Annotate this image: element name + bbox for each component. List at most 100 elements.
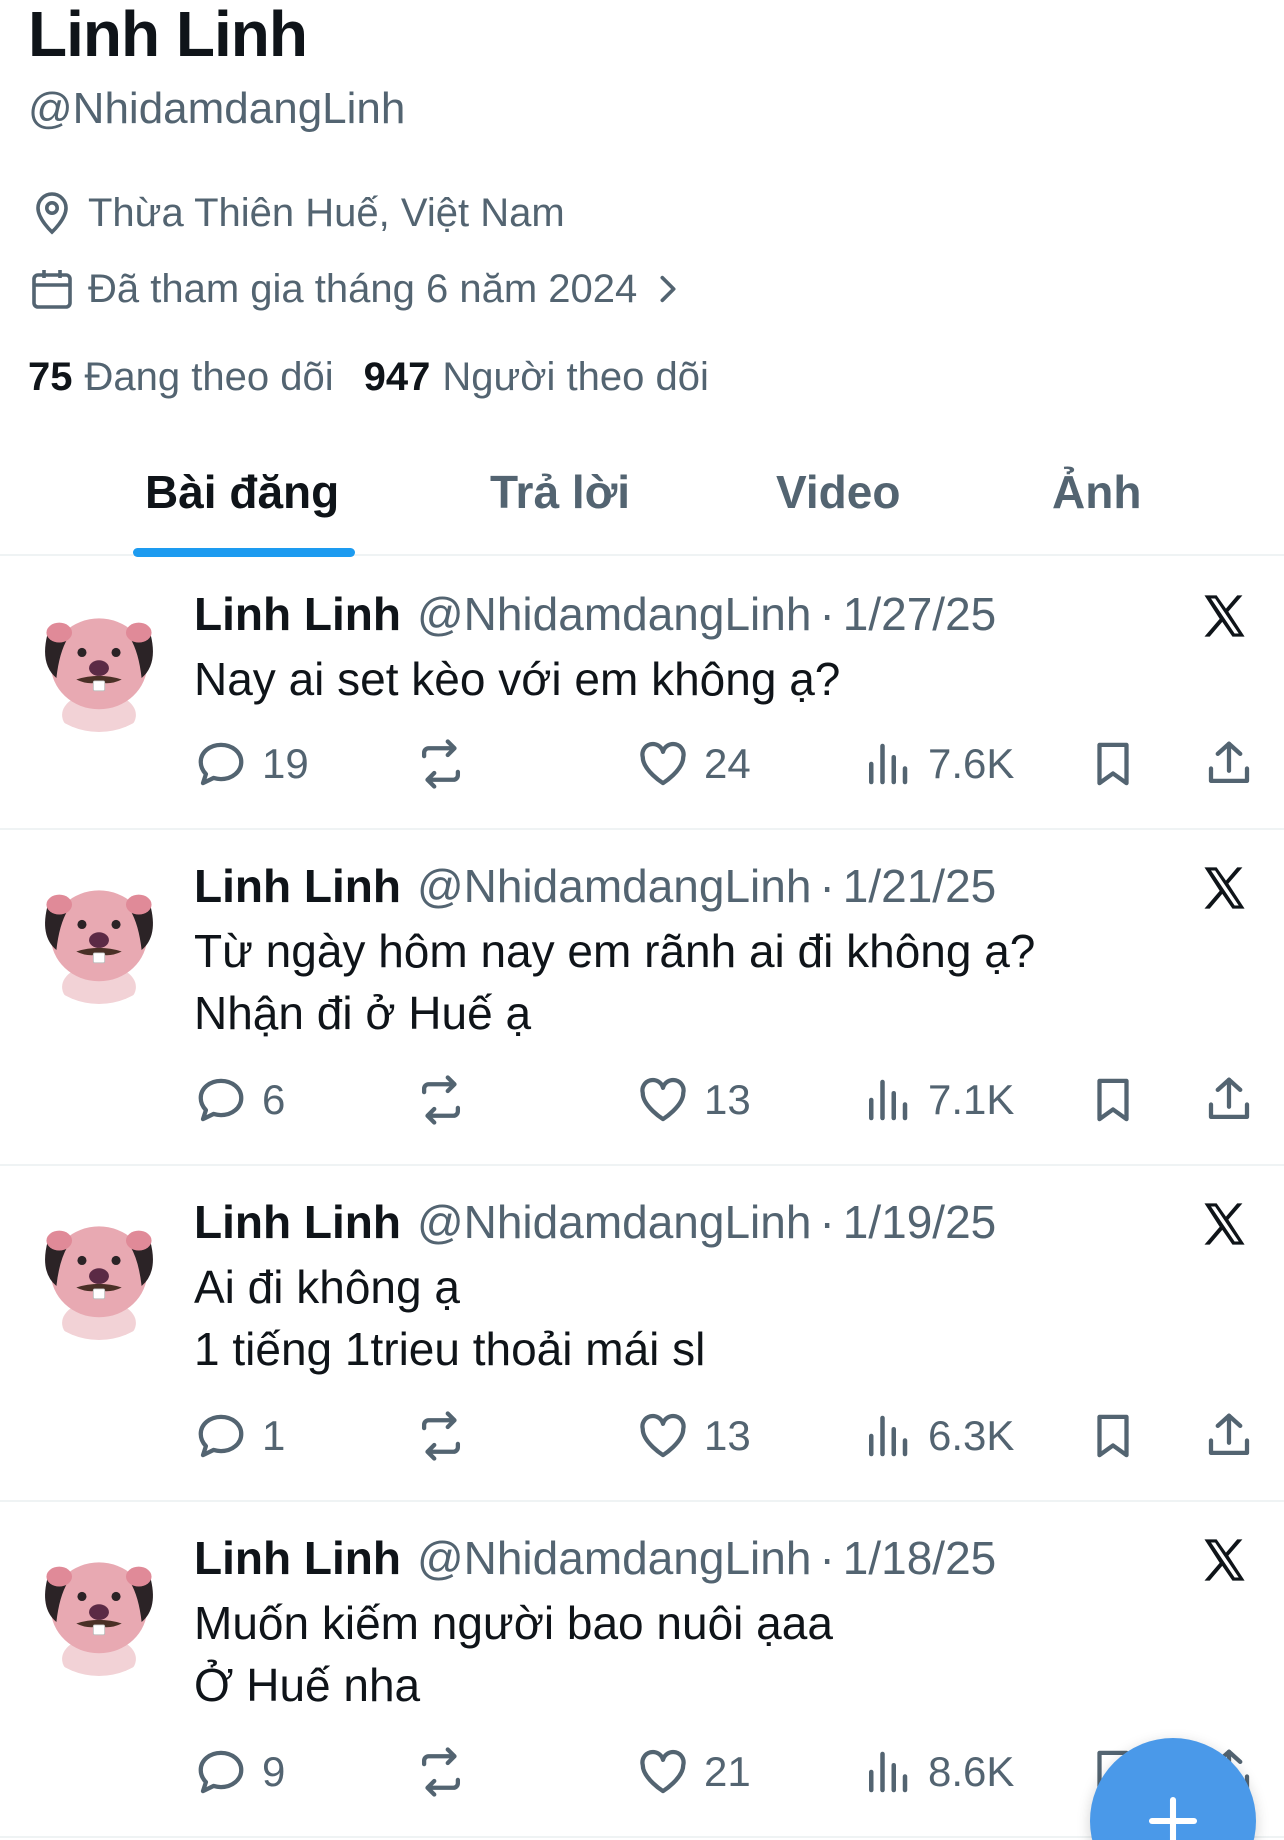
post-author-handle[interactable]: @NhidamdangLinh <box>417 586 812 642</box>
avatar[interactable] <box>28 1534 170 1676</box>
heart-icon <box>640 1413 686 1458</box>
avatar[interactable] <box>28 590 170 732</box>
post-author-name[interactable]: Linh Linh <box>194 586 401 642</box>
bookmark-button[interactable] <box>1086 1070 1154 1130</box>
reply-button[interactable]: 9 <box>194 1742 285 1802</box>
views-button[interactable]: 6.3K <box>860 1406 1014 1466</box>
post[interactable]: Linh Linh @NhidamdangLinh · 1/18/25 Muốn kiế… <box>0 1502 1284 1838</box>
follow-stats: 75 Đang theo dõi 947 Người theo dõi <box>28 352 739 402</box>
share-button[interactable] <box>1202 734 1270 794</box>
post-date[interactable]: 1/18/25 <box>843 1530 996 1586</box>
like-count: 13 <box>704 1412 751 1459</box>
repost-button[interactable] <box>414 1742 482 1802</box>
like-button[interactable]: 13 <box>636 1070 751 1130</box>
post-text: Muốn kiếm người bao nuôi ạaa Ở Huế nha <box>194 1597 833 1711</box>
post-header: Linh Linh @NhidamdangLinh · 1/19/25 <box>194 1194 996 1250</box>
repost-button[interactable] <box>414 1070 482 1130</box>
active-tab-indicator <box>133 548 355 557</box>
like-count: 21 <box>704 1748 751 1795</box>
reply-button[interactable]: 1 <box>194 1406 285 1466</box>
profile-tabs: Bài đăng Trả lời Video Ảnh <box>0 440 1284 557</box>
views-bar-icon <box>869 1079 908 1121</box>
x-logo-icon[interactable] <box>1198 1198 1250 1250</box>
post-author-handle[interactable]: @NhidamdangLinh <box>417 858 812 914</box>
bookmark-icon <box>1097 1078 1129 1122</box>
like-button[interactable]: 24 <box>636 734 751 794</box>
views-button[interactable]: 7.6K <box>860 734 1014 794</box>
followers-count: 947 <box>363 355 431 399</box>
post-header: Linh Linh @NhidamdangLinh · 1/27/25 <box>194 586 996 642</box>
avatar[interactable] <box>28 862 170 1004</box>
bookmark-icon <box>1097 742 1129 786</box>
post-date[interactable]: 1/21/25 <box>843 858 996 914</box>
avatar-character-icon <box>28 862 170 1004</box>
post-header: Linh Linh @NhidamdangLinh · 1/18/25 <box>194 1530 996 1586</box>
profile-joined[interactable]: Đã tham gia tháng 6 năm 2024 <box>28 264 685 314</box>
post-text: Ai đi không ạ 1 tiếng 1trieu thoải mái s… <box>194 1261 706 1375</box>
bookmark-button[interactable] <box>1086 734 1154 794</box>
like-button[interactable]: 21 <box>636 1742 751 1802</box>
x-logo-icon[interactable] <box>1198 862 1250 914</box>
avatar-character-icon <box>28 1198 170 1340</box>
reply-count: 9 <box>262 1748 286 1795</box>
like-count: 13 <box>704 1076 751 1123</box>
post-author-handle[interactable]: @NhidamdangLinh <box>417 1530 812 1586</box>
views-count: 6.3K <box>928 1412 1015 1459</box>
post-actions: 1 13 6.3K <box>194 1406 1254 1466</box>
x-logo-icon[interactable] <box>1198 590 1250 642</box>
posts-feed: Linh Linh @NhidamdangLinh · 1/27/25 Nay ai s… <box>0 558 1284 1838</box>
post-date[interactable]: 1/27/25 <box>843 586 996 642</box>
repost-button[interactable] <box>414 734 482 794</box>
tab-replies[interactable]: Trả lời <box>490 464 630 520</box>
post-separator: · <box>819 588 835 640</box>
post-author-name[interactable]: Linh Linh <box>194 858 401 914</box>
reply-count: 6 <box>262 1076 286 1123</box>
post-actions: 19 24 7.6K <box>194 734 1254 794</box>
like-button[interactable]: 13 <box>636 1406 751 1466</box>
avatar-character-icon <box>28 1534 170 1676</box>
tab-video[interactable]: Video <box>776 464 900 520</box>
x-logo-icon[interactable] <box>1198 1534 1250 1586</box>
views-button[interactable]: 7.1K <box>860 1070 1014 1130</box>
avatar[interactable] <box>28 1198 170 1340</box>
reply-count: 19 <box>262 740 309 787</box>
tab-posts[interactable]: Bài đăng <box>145 464 339 520</box>
reply-button[interactable]: 6 <box>194 1070 285 1130</box>
following-link[interactable]: 75 Đang theo dõi <box>28 352 334 402</box>
post-author-name[interactable]: Linh Linh <box>194 1530 401 1586</box>
post-separator: · <box>819 1532 835 1584</box>
calendar-icon <box>32 270 72 309</box>
plus-icon <box>1148 1796 1198 1840</box>
post-author-handle[interactable]: @NhidamdangLinh <box>417 1194 812 1250</box>
post-date[interactable]: 1/19/25 <box>843 1194 996 1250</box>
post-text: Nay ai set kèo với em không ạ? <box>194 653 841 705</box>
post-author-name[interactable]: Linh Linh <box>194 1194 401 1250</box>
views-bar-icon <box>869 1415 908 1457</box>
profile-location: Thừa Thiên Huế, Việt Nam <box>28 188 565 238</box>
share-button[interactable] <box>1202 1070 1270 1130</box>
bookmark-button[interactable] <box>1086 1406 1154 1466</box>
followers-link[interactable]: 947 Người theo dõi <box>364 352 709 402</box>
views-button[interactable]: 8.6K <box>860 1742 1014 1802</box>
post[interactable]: Linh Linh @NhidamdangLinh · 1/27/25 Nay ai s… <box>0 558 1284 830</box>
repost-icon <box>421 739 461 789</box>
post-text: Từ ngày hôm nay em rãnh ai đi không ạ? N… <box>194 925 1036 1039</box>
reply-bubble-icon <box>198 1414 244 1458</box>
reply-bubble-icon <box>198 1750 244 1794</box>
heart-icon <box>640 741 686 786</box>
views-count: 7.6K <box>928 740 1015 787</box>
heart-icon <box>640 1077 686 1122</box>
share-button[interactable] <box>1202 1406 1270 1466</box>
reply-button[interactable]: 19 <box>194 734 309 794</box>
repost-button[interactable] <box>414 1406 482 1466</box>
reply-bubble-icon <box>198 742 244 786</box>
tab-photos[interactable]: Ảnh <box>1052 464 1141 520</box>
repost-icon <box>421 1411 461 1461</box>
post[interactable]: Linh Linh @NhidamdangLinh · 1/19/25 Ai đi kh… <box>0 1166 1284 1502</box>
views-bar-icon <box>869 743 908 785</box>
share-icon <box>1208 1077 1250 1120</box>
following-count: 75 <box>28 355 73 399</box>
following-label: Đang theo dõi <box>84 355 334 399</box>
views-bar-icon <box>869 1751 908 1793</box>
post[interactable]: Linh Linh @NhidamdangLinh · 1/21/25 Từ ngày … <box>0 830 1284 1166</box>
